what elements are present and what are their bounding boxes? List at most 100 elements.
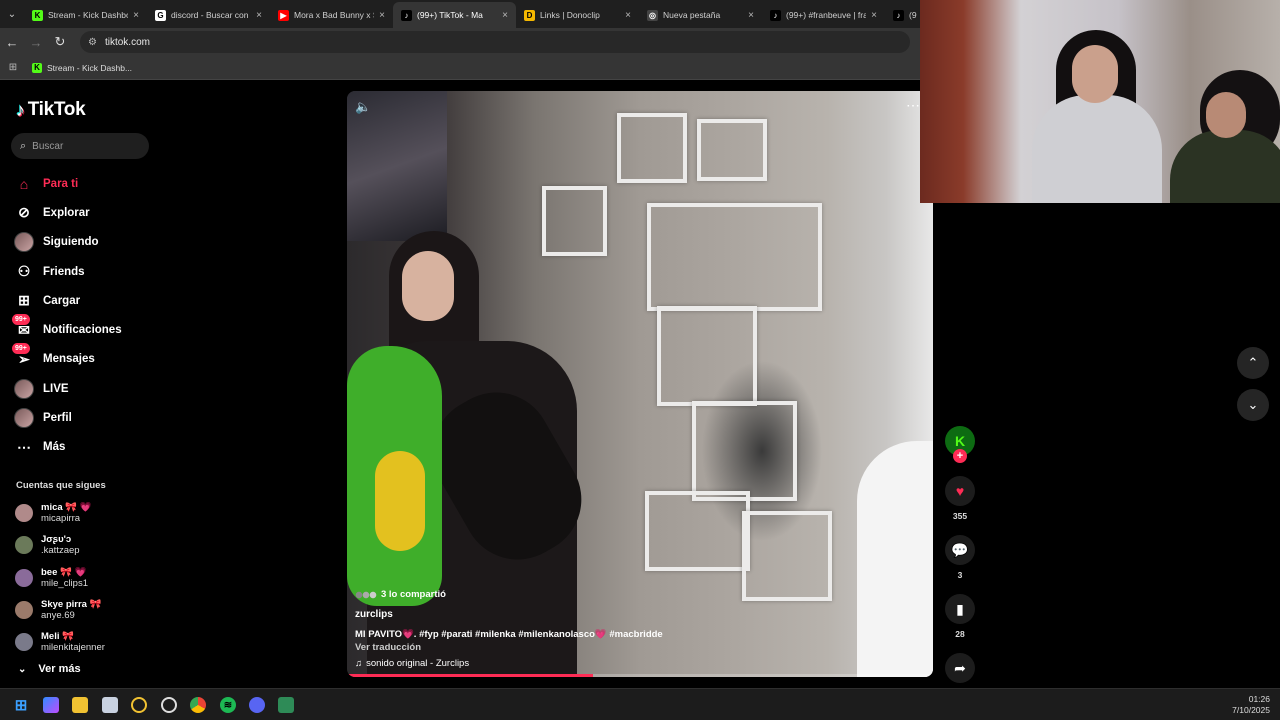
- sound-label: sonido original - Zurclips: [366, 658, 470, 669]
- nav-item-home[interactable]: ⌂ Para ti: [14, 169, 122, 198]
- spotify-icon[interactable]: ≋: [220, 697, 236, 713]
- app-icon[interactable]: [102, 697, 118, 713]
- discord-icon[interactable]: [249, 697, 265, 713]
- action-rail: K + ♥ 355 💬 3 ▮ 28 ➦ 17: [944, 426, 976, 698]
- volume-icon[interactable]: 🔈: [355, 99, 371, 115]
- save-action[interactable]: ▮ 28: [944, 594, 976, 639]
- nav-item-more[interactable]: ⋯ Más: [14, 433, 122, 462]
- nav-item-messages[interactable]: ➢ 99+ Mensajes: [12, 343, 122, 374]
- tab-label: (99+) TikTok - Ma: [417, 10, 483, 20]
- tab-close-icon[interactable]: ×: [379, 10, 385, 21]
- following-avatar: [14, 232, 34, 253]
- browser-tab[interactable]: K Stream - Kick Dashbo ×: [24, 2, 147, 28]
- url-bar[interactable]: ⚙ tiktok.com: [80, 31, 910, 53]
- guest-shirt: [1170, 130, 1280, 203]
- comment-icon[interactable]: 💬: [945, 535, 975, 565]
- shelf-cube: [617, 113, 687, 183]
- translate-link[interactable]: Ver traducción: [355, 642, 855, 653]
- video-player[interactable]: 🔈 ⋯ 3 lo compartió zurclips MI PAVITO💗. …: [347, 91, 933, 677]
- nav-item-following[interactable]: Siguiendo: [14, 228, 122, 257]
- avatar: [14, 378, 34, 399]
- browser-tab[interactable]: ♪ (99: [885, 2, 925, 28]
- nav-item-live[interactable]: LIVE: [14, 374, 122, 403]
- white-fabric: [857, 441, 933, 677]
- nav-item-upload[interactable]: ⊞ Cargar: [14, 286, 122, 315]
- following-account[interactable]: Meli 🎀 milenkitajenner: [15, 626, 105, 658]
- tab-close-icon[interactable]: ×: [748, 10, 754, 21]
- browser-tab[interactable]: ▶ Mora x Bad Bunny x S ×: [270, 2, 393, 28]
- windows-taskbar: ⊞ ≋ 01:26 7/10/2025: [0, 688, 1280, 720]
- account-name: Skye pirra 🎀: [41, 599, 102, 611]
- tab-label: (99: [909, 10, 917, 20]
- windows-start-icon[interactable]: ⊞: [13, 697, 29, 714]
- tab-label: (99+) #franbeuve | fra: [786, 10, 867, 20]
- previous-video-button[interactable]: ⌃: [1237, 347, 1269, 379]
- tab-search-icon[interactable]: ⌄: [0, 0, 24, 28]
- tab-close-icon[interactable]: ×: [871, 10, 877, 21]
- bookmark-icon[interactable]: ▮: [945, 594, 975, 624]
- apps-grid-icon[interactable]: ⊞: [0, 62, 26, 73]
- tab-favicon-icon: G: [155, 9, 166, 21]
- site-info-icon[interactable]: ⚙: [88, 37, 97, 48]
- shared-text: 3 lo compartió: [381, 589, 446, 600]
- tab-favicon-icon: ▶: [278, 9, 289, 21]
- video-more-icon[interactable]: ⋯: [906, 97, 921, 114]
- bookmark-kick[interactable]: K Stream - Kick Dashb...: [32, 62, 132, 73]
- video-progress-bar[interactable]: [347, 674, 933, 677]
- reload-icon[interactable]: ↻: [48, 34, 72, 50]
- obs-icon[interactable]: [161, 697, 177, 713]
- tab-close-icon[interactable]: ×: [133, 10, 139, 21]
- kick-icon: K: [32, 62, 42, 73]
- tab-close-icon[interactable]: ×: [502, 10, 508, 21]
- browser-tab[interactable]: ♪ (99+) #franbeuve | fra ×: [762, 2, 885, 28]
- browser-tab[interactable]: Gdiscord - Buscar con ×: [147, 2, 270, 28]
- app2-icon[interactable]: [131, 697, 147, 713]
- browser-tab[interactable]: ◎ Nueva pestaña ×: [639, 2, 762, 28]
- see-more-button[interactable]: ⌄ Ver más: [18, 663, 81, 675]
- following-account[interactable]: Skye pirra 🎀 anye.69: [15, 594, 105, 626]
- heart-icon[interactable]: ♥: [945, 476, 975, 506]
- tab-label: Nueva pestaña: [663, 10, 721, 20]
- account-name: Meli 🎀: [41, 631, 74, 643]
- author-avatar[interactable]: K +: [945, 426, 975, 463]
- inbox-icon: ✉ 99+: [12, 314, 34, 340]
- avatar: [14, 408, 34, 429]
- next-video-button[interactable]: ⌄: [1237, 389, 1269, 421]
- search-box: ⌕: [11, 133, 149, 159]
- nav-label: Cargar: [43, 294, 81, 307]
- file-explorer-icon[interactable]: [72, 697, 88, 713]
- nav-label: Siguiendo: [43, 236, 99, 249]
- tab-close-icon[interactable]: ×: [625, 10, 631, 21]
- tiktok-logo[interactable]: ♪ TikTok: [16, 99, 86, 121]
- music-note-icon: ♫: [355, 658, 363, 669]
- forward-icon[interactable]: →: [24, 35, 48, 50]
- following-account[interactable]: Jσʂυ'ͻ .kattzaep: [15, 529, 105, 561]
- nav-item-compass[interactable]: ⊘ Explorar: [14, 198, 122, 227]
- follow-plus-icon[interactable]: +: [953, 449, 967, 463]
- nav-item-inbox[interactable]: ✉ 99+ Notificaciones: [12, 314, 122, 344]
- nav-item-friends[interactable]: ⚇ Friends: [14, 257, 122, 286]
- app3-icon[interactable]: [278, 697, 294, 713]
- following-account[interactable]: bee 🎀 💗 mile_clips1: [15, 562, 105, 594]
- save-count: 28: [955, 629, 965, 639]
- sound-link[interactable]: ♫ sonido original - Zurclips: [355, 658, 855, 669]
- main-nav: ⌂ Para ti ⊘ Explorar Siguiendo ⚇ Friends ⊞ Carga…: [12, 169, 122, 462]
- shelf-cube: [542, 186, 607, 256]
- search-input[interactable]: [32, 140, 133, 152]
- copilot-icon[interactable]: [43, 697, 59, 713]
- system-clock[interactable]: 01:26 7/10/2025: [1232, 694, 1270, 716]
- like-action[interactable]: ♥ 355: [944, 476, 976, 521]
- following-account[interactable]: mica 🎀 💗 micapirra: [15, 497, 105, 529]
- tab-favicon-icon: ♪: [893, 9, 904, 21]
- browser-tab[interactable]: ♪ (99+) TikTok - Ma ×: [393, 2, 516, 28]
- chrome-icon[interactable]: [190, 697, 206, 713]
- video-info: 3 lo compartió zurclips MI PAVITO💗. #fyp…: [355, 589, 855, 669]
- browser-tab[interactable]: D Links | Donoclip ×: [516, 2, 639, 28]
- share-icon[interactable]: ➦: [945, 653, 975, 683]
- comment-action[interactable]: 💬 3: [944, 535, 976, 580]
- shared-by[interactable]: 3 lo compartió: [355, 589, 855, 600]
- nav-item-profile[interactable]: Perfil: [14, 403, 122, 432]
- back-icon[interactable]: ←: [0, 35, 24, 50]
- tab-close-icon[interactable]: ×: [256, 10, 262, 21]
- video-author[interactable]: zurclips: [355, 609, 855, 620]
